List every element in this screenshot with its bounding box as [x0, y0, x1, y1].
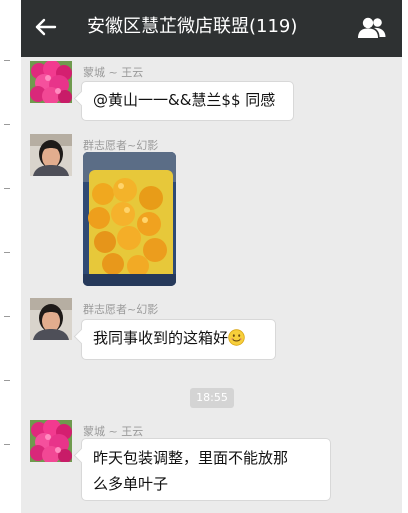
- margin-tick: [4, 252, 10, 253]
- chat-title: 安徽区慧芷微店联盟(119): [87, 16, 298, 37]
- person-avatar-image: [30, 298, 72, 340]
- timestamp-badge: 18:55: [190, 388, 234, 408]
- screenshot-frame: 安徽区慧芷微店联盟(119) 蒙城 ~ 王云 @黄山一一&&慧兰$$ 同感 群志…: [0, 0, 408, 513]
- right-margin: [402, 0, 408, 513]
- margin-tick: [4, 188, 10, 189]
- avatar[interactable]: [30, 420, 72, 462]
- message-bubble[interactable]: @黄山一一&&慧兰$$ 同感: [81, 81, 294, 121]
- sender-name: 蒙城 ~ 王云: [83, 66, 144, 79]
- margin-tick: [4, 444, 10, 445]
- person-avatar-image: [30, 134, 72, 176]
- message-text-line: 么多单叶子: [93, 475, 169, 493]
- message-text-line: 昨天包装调整，里面不能放那: [93, 449, 289, 467]
- message-bubble[interactable]: 我同事收到的这箱好: [81, 319, 276, 360]
- margin-tick: [4, 380, 10, 381]
- back-arrow-icon[interactable]: [33, 14, 59, 40]
- sender-name: 群志愿者~幻影: [83, 139, 159, 152]
- avatar[interactable]: [30, 134, 72, 176]
- flower-avatar-image: [30, 61, 72, 103]
- avatar[interactable]: [30, 61, 72, 103]
- group-members-icon[interactable]: [357, 16, 387, 40]
- margin-tick: [4, 60, 10, 61]
- sender-name: 群志愿者~幻影: [83, 303, 159, 316]
- message-text: 我同事收到的这箱好: [93, 329, 229, 347]
- chat-window: 安徽区慧芷微店联盟(119) 蒙城 ~ 王云 @黄山一一&&慧兰$$ 同感 群志…: [21, 0, 402, 513]
- left-margin: [0, 0, 21, 513]
- oranges-box-image: [83, 152, 176, 286]
- oranges-photo[interactable]: [83, 152, 176, 286]
- sender-name: 蒙城 ~ 王云: [83, 425, 144, 438]
- avatar[interactable]: [30, 298, 72, 340]
- flower-avatar-image: [30, 420, 72, 462]
- smiling-face-emoji-icon: [228, 329, 245, 346]
- message-text: @黄山一一&&慧兰$$ 同感: [93, 91, 276, 109]
- chat-header: 安徽区慧芷微店联盟(119): [21, 0, 402, 57]
- message-bubble[interactable]: 昨天包装调整，里面不能放那 么多单叶子: [81, 438, 331, 501]
- margin-tick: [4, 124, 10, 125]
- margin-tick: [4, 316, 10, 317]
